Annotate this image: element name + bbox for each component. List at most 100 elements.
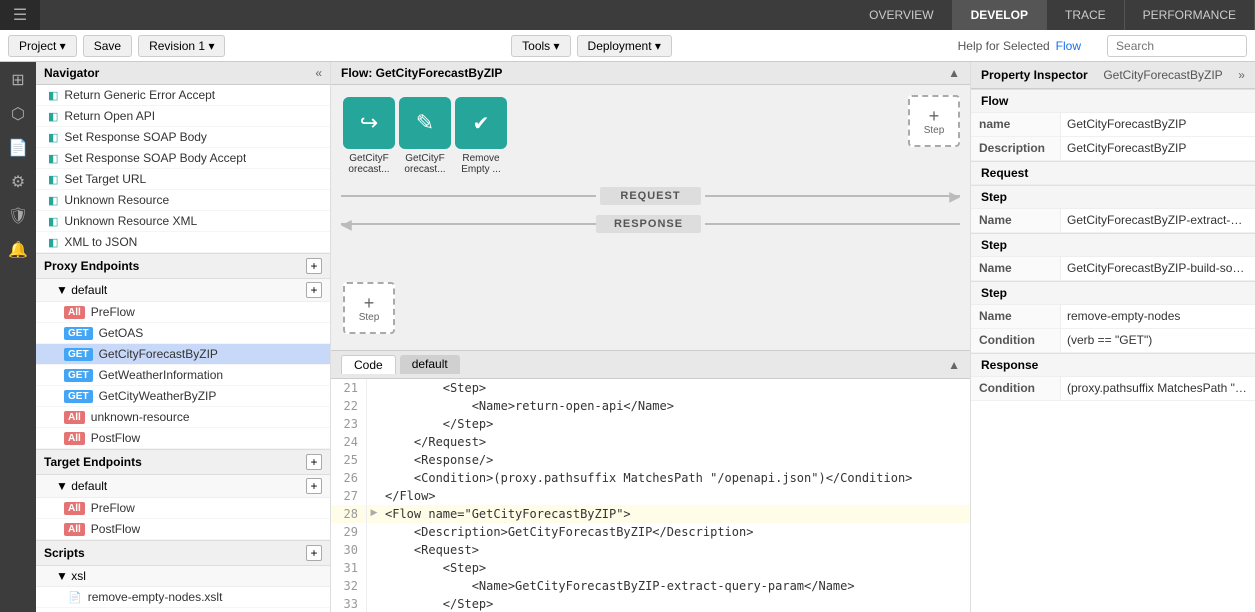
search-input[interactable]	[1107, 35, 1247, 57]
nav-tab-develop[interactable]: DEVELOP	[953, 0, 1047, 30]
package-icon[interactable]: ⬡	[11, 104, 25, 124]
proxy-flow-getcityforecastbyzip[interactable]: GETGetCityForecastByZIP	[36, 344, 330, 365]
code-line-22: 22 <Name>return-open-api</Name>	[331, 397, 970, 415]
prop-row-condition: Condition(proxy.pathsuffix MatchesPath "…	[971, 377, 1255, 401]
prop-section-response: Response	[971, 353, 1255, 377]
target-endpoints-section[interactable]: Target Endpoints +	[36, 449, 330, 475]
collapse-navigator-btn[interactable]: «	[315, 66, 322, 80]
nav-item-return-generic-error-accept[interactable]: ◧Return Generic Error Accept	[36, 85, 330, 106]
flow-node-3[interactable]: ✔ RemoveEmpty ...	[455, 97, 507, 175]
prop-row-name: NameGetCityForecastByZIP-extract-qu...	[971, 209, 1255, 233]
add-target-default-button[interactable]: +	[306, 478, 322, 494]
project-button[interactable]: Project ▾	[8, 35, 77, 57]
navigator-header: Navigator	[44, 66, 99, 80]
add-script-button[interactable]: +	[306, 545, 322, 561]
prop-section-step: Step	[971, 185, 1255, 209]
proxy-flow-getoas[interactable]: GETGetOAS	[36, 323, 330, 344]
code-line-23: 23 </Step>	[331, 415, 970, 433]
code-line-27: 27</Flow>	[331, 487, 970, 505]
menu-icon[interactable]: ⊞	[11, 70, 24, 90]
collapse-props-btn[interactable]: »	[1238, 68, 1245, 82]
target-flow-postflow[interactable]: AllPostFlow	[36, 519, 330, 540]
add-step-bottom-label: Step	[359, 312, 380, 323]
code-line-21: 21 <Step>	[331, 379, 970, 397]
code-line-31: 31 <Step>	[331, 559, 970, 577]
response-label: RESPONSE	[596, 215, 701, 233]
revision-button[interactable]: Revision 1 ▾	[138, 35, 225, 57]
file-icon[interactable]: 📄	[8, 138, 28, 158]
xsl-item-remove-empty-nodes.xslt[interactable]: 📄remove-empty-nodes.xslt	[36, 587, 330, 608]
app-logo: ☰	[0, 0, 40, 30]
code-tabs: Code default	[341, 355, 460, 374]
code-body: 21 <Step>22 <Name>return-open-api</Name>…	[331, 379, 970, 612]
nav-tab-overview[interactable]: OVERVIEW	[851, 0, 952, 30]
nav-tab-performance[interactable]: PERFORMANCE	[1125, 0, 1255, 30]
prop-row-name: Nameremove-empty-nodes	[971, 305, 1255, 329]
nav-item-set-response-soap-body[interactable]: ◧Set Response SOAP Body	[36, 127, 330, 148]
nav-item-unknown-resource-xml[interactable]: ◧Unknown Resource XML	[36, 211, 330, 232]
deployment-button[interactable]: Deployment ▾	[577, 35, 672, 57]
step-label: Step	[924, 125, 945, 136]
help-text: Help for Selected	[958, 39, 1050, 53]
add-step-bottom-button[interactable]: + Step	[343, 282, 395, 334]
flow-title: Flow: GetCityForecastByZIP	[341, 66, 502, 80]
code-line-30: 30 <Request>	[331, 541, 970, 559]
scripts-section[interactable]: Scripts +	[36, 540, 330, 566]
gear-icon[interactable]: ⚙	[11, 172, 25, 192]
nav-item-set-response-soap-body-accept[interactable]: ◧Set Response SOAP Body Accept	[36, 148, 330, 169]
tools-button[interactable]: Tools ▾	[511, 35, 570, 57]
nav-item-set-target-url[interactable]: ◧Set Target URL	[36, 169, 330, 190]
prop-row-description: DescriptionGetCityForecastByZIP	[971, 137, 1255, 161]
add-proxy-default-button[interactable]: +	[306, 282, 322, 298]
prop-section-request: Request	[971, 161, 1255, 185]
proxy-flow-preflow[interactable]: AllPreFlow	[36, 302, 330, 323]
shield-icon[interactable]: 🛡	[8, 206, 28, 226]
add-step-button[interactable]: + Step	[908, 95, 960, 147]
nav-tab-trace[interactable]: TRACE	[1047, 0, 1125, 30]
prop-row-condition: Condition(verb == "GET")	[971, 329, 1255, 353]
code-tab-default[interactable]: default	[400, 355, 460, 374]
xsl-item-remove-namespaces.xslt[interactable]: 📄remove-namespaces.xslt	[36, 608, 330, 612]
scripts-label: Scripts	[44, 546, 85, 560]
prop-section-step: Step	[971, 233, 1255, 257]
property-inspector-context: GetCityForecastByZIP	[1103, 68, 1222, 82]
nav-item-return-open-api[interactable]: ◧Return Open API	[36, 106, 330, 127]
code-line-33: 33 </Step>	[331, 595, 970, 612]
code-line-28: 28▶<Flow name="GetCityForecastByZIP">	[331, 505, 970, 523]
flow-node-1-label: GetCityForecast...	[348, 153, 389, 175]
collapse-code-btn[interactable]: ▲	[948, 358, 960, 372]
proxy-endpoints-section[interactable]: Proxy Endpoints +	[36, 253, 330, 279]
code-line-32: 32 <Name>GetCityForecastByZIP-extract-qu…	[331, 577, 970, 595]
property-inspector-header: Property Inspector	[981, 68, 1088, 82]
target-endpoints-label: Target Endpoints	[44, 455, 142, 469]
flow-node-1[interactable]: ↪ GetCityForecast...	[343, 97, 395, 175]
code-line-29: 29 <Description>GetCityForecastByZIP</De…	[331, 523, 970, 541]
nav-item-unknown-resource[interactable]: ◧Unknown Resource	[36, 190, 330, 211]
request-label: REQUEST	[600, 187, 700, 205]
nav-item-xml-to-json[interactable]: ◧XML to JSON	[36, 232, 330, 253]
prop-row-name: NameGetCityForecastByZIP-build-soap...	[971, 257, 1255, 281]
proxy-flow-unknown-resource[interactable]: Allunknown-resource	[36, 407, 330, 428]
flow-link[interactable]: Flow	[1056, 39, 1081, 53]
bell-icon[interactable]: 🔔	[8, 240, 28, 260]
flow-node-2[interactable]: ✎ GetCityForecast...	[399, 97, 451, 175]
add-target-endpoint-button[interactable]: +	[306, 454, 322, 470]
proxy-flow-getcityweatherbyzip[interactable]: GETGetCityWeatherByZIP	[36, 386, 330, 407]
add-proxy-endpoint-button[interactable]: +	[306, 258, 322, 274]
xsl-label: ▼ xsl	[56, 569, 86, 583]
target-flow-preflow[interactable]: AllPreFlow	[36, 498, 330, 519]
proxy-default-section[interactable]: ▼ default +	[36, 279, 330, 302]
proxy-flow-postflow[interactable]: AllPostFlow	[36, 428, 330, 449]
code-line-25: 25 <Response/>	[331, 451, 970, 469]
flow-node-2-label: GetCityForecast...	[404, 153, 445, 175]
xsl-section[interactable]: ▼ xsl	[36, 566, 330, 587]
response-row: ◀ RESPONSE	[341, 215, 960, 233]
proxy-flow-getweatherinformation[interactable]: GETGetWeatherInformation	[36, 365, 330, 386]
target-default-section[interactable]: ▼ default +	[36, 475, 330, 498]
code-line-26: 26 <Condition>(proxy.pathsuffix MatchesP…	[331, 469, 970, 487]
save-button[interactable]: Save	[83, 35, 132, 57]
proxy-endpoints-label: Proxy Endpoints	[44, 259, 139, 273]
collapse-flow-btn[interactable]: ▲	[948, 66, 960, 80]
target-default-label: ▼ default	[56, 479, 107, 493]
code-tab-code[interactable]: Code	[341, 355, 396, 374]
